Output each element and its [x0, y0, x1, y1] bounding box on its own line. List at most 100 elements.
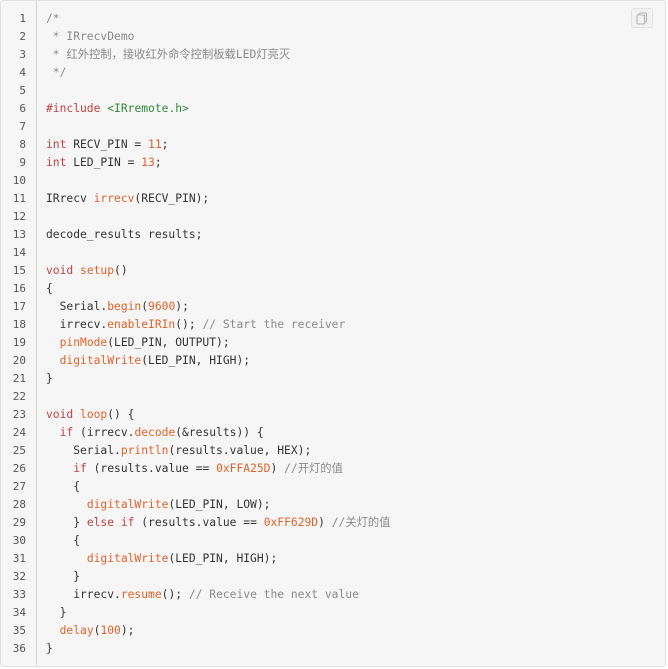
- code-token: ();: [161, 588, 189, 601]
- code-token: {: [46, 282, 53, 295]
- line-number: 31: [12, 552, 26, 565]
- line-number: 24: [12, 426, 26, 439]
- code-token: {: [46, 480, 81, 493]
- line-number: 16: [12, 282, 26, 295]
- code-token: 0xFF629D: [263, 516, 319, 529]
- code-token: (results.value ==: [86, 462, 217, 475]
- line-number: 20: [12, 354, 26, 367]
- code-token: irrecv.: [46, 588, 121, 601]
- line-number: 28: [12, 498, 26, 511]
- code-token: pinMode: [59, 336, 108, 349]
- code-token: }: [46, 642, 53, 655]
- line-number: 14: [12, 246, 26, 259]
- code-line: pinMode(LED_PIN, OUTPUT);: [46, 334, 625, 352]
- code-line: * IRrecvDemo: [46, 28, 625, 46]
- line-number: 18: [12, 318, 26, 331]
- code-line: digitalWrite(LED_PIN, HIGH);: [46, 550, 625, 568]
- code-line: }: [46, 604, 625, 622]
- line-number: 7: [19, 120, 26, 133]
- line-number: 13: [12, 228, 26, 241]
- code-token: ();: [175, 318, 203, 331]
- line-number-gutter: 1 2 3 4 5 6 7 8 9 10 11 12 13 14 15 16 17 18 19 20 21 22 23 24 2…: [1, 1, 37, 666]
- code-token: int: [46, 156, 67, 169]
- code-token: begin: [107, 300, 142, 313]
- code-token: {: [46, 534, 81, 547]
- code-token: loop: [80, 408, 108, 421]
- code-token: (): [114, 264, 128, 277]
- line-number: 27: [12, 480, 26, 493]
- line-number: 35: [12, 624, 26, 637]
- code-token: //开灯的值: [284, 462, 343, 475]
- code-line: {: [46, 478, 625, 496]
- code-token: digitalWrite: [86, 552, 169, 565]
- code-token: else: [86, 516, 115, 529]
- code-token: (RECV_PIN);: [134, 192, 210, 205]
- line-number: 30: [12, 534, 26, 547]
- code-token: void: [46, 408, 74, 421]
- code-token: ;: [161, 138, 169, 151]
- code-line: }: [46, 370, 625, 388]
- code-token: <IRremote.h>: [107, 102, 189, 115]
- line-number: 25: [12, 444, 26, 457]
- code-token: () {: [107, 408, 135, 421]
- code-line: int RECV_PIN = 11;: [46, 136, 625, 154]
- code-token: (LED_PIN, HIGH);: [141, 354, 251, 367]
- line-number: 1: [19, 12, 26, 25]
- code-token: void: [46, 264, 74, 277]
- code-line: Serial.println(results.value, HEX);: [46, 442, 625, 460]
- code-token: 9600: [148, 300, 176, 313]
- code-token: println: [120, 444, 169, 457]
- code-token: #include: [46, 102, 101, 115]
- code-token: (&results)) {: [175, 426, 264, 439]
- code-token: IRrecv: [46, 192, 94, 205]
- code-line: void loop() {: [46, 406, 625, 424]
- code-line: Serial.begin(9600);: [46, 298, 625, 316]
- code-line: decode_results results;: [46, 226, 625, 244]
- code-line: digitalWrite(LED_PIN, LOW);: [46, 496, 625, 514]
- code-line: * 红外控制，接收红外命令控制板载LED灯亮灭: [46, 46, 625, 64]
- code-token: }: [46, 516, 87, 529]
- code-token: );: [120, 624, 135, 637]
- code-line: irrecv.enableIRIn(); // Start the receiv…: [46, 316, 625, 334]
- code-token: digitalWrite: [59, 354, 142, 367]
- line-number: 26: [12, 462, 26, 475]
- code-line: IRrecv irrecv(RECV_PIN);: [46, 190, 625, 208]
- line-number: 12: [12, 210, 26, 223]
- code-token: (LED_PIN, OUTPUT);: [107, 336, 230, 349]
- code-token: // Start the receiver: [202, 318, 346, 331]
- code-token: irrecv.: [46, 318, 108, 331]
- copy-button[interactable]: [631, 8, 653, 28]
- code-token: int: [46, 138, 67, 151]
- line-number: 15: [12, 264, 26, 277]
- code-block: 1 2 3 4 5 6 7 8 9 10 11 12 13 14 15 16 17 18 19 20 21 22 23 24 2…: [0, 0, 666, 667]
- code-token: 0xFFA25D: [216, 462, 271, 475]
- code-token: irrecv: [93, 192, 135, 205]
- code-line: irrecv.resume(); // Receive the next val…: [46, 586, 625, 604]
- code-token: LED_PIN =: [66, 156, 142, 169]
- line-number: 10: [12, 174, 26, 187]
- code-line: void setup(): [46, 262, 625, 280]
- code-token: decode: [134, 426, 176, 439]
- code-token: resume: [120, 588, 162, 601]
- code-line: if (results.value == 0xFFA25D) //开灯的值: [46, 460, 625, 478]
- code-token: */: [46, 66, 67, 79]
- code-token: //关灯的值: [331, 516, 391, 529]
- code-content[interactable]: /* * IRrecvDemo * 红外控制，接收红外命令控制板载LED灯亮灭 …: [46, 10, 625, 658]
- line-number: 34: [12, 606, 26, 619]
- code-token: ): [318, 516, 332, 529]
- line-number: 6: [19, 102, 26, 115]
- line-number: 2: [19, 30, 26, 43]
- line-number: 32: [12, 570, 26, 583]
- code-line: {: [46, 280, 625, 298]
- code-token: enableIRIn: [107, 318, 176, 331]
- code-line: int LED_PIN = 13;: [46, 154, 625, 172]
